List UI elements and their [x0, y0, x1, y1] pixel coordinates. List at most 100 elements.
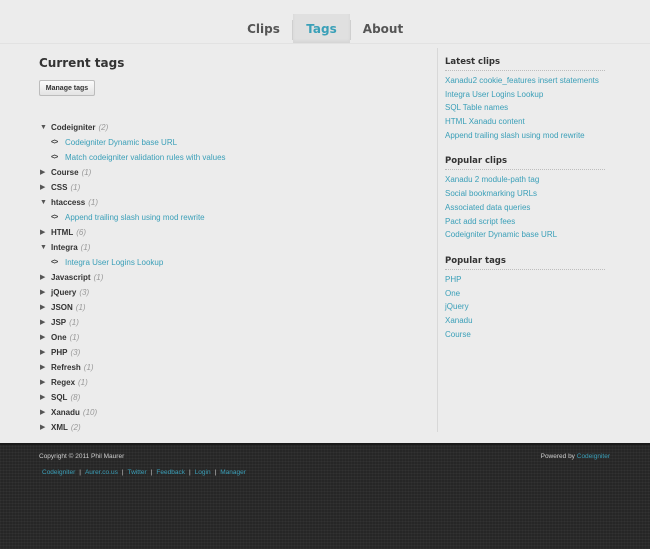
tag-name-label[interactable]: Refresh — [51, 363, 81, 372]
tag-name-label[interactable]: JSON — [51, 303, 73, 312]
tag-name[interactable]: JSON (1) — [51, 300, 86, 315]
manage-tags-button[interactable]: Manage tags — [39, 80, 95, 96]
tag-name-label[interactable]: SQL — [51, 393, 67, 402]
tag-name[interactable]: Integra (1) — [51, 240, 90, 255]
sidebar-link[interactable]: Xanadu — [445, 314, 605, 328]
tag-item[interactable]: ▼ Codeigniter (2) — [40, 120, 420, 135]
tag-name[interactable]: Refresh (1) — [51, 360, 94, 375]
arrow-right-icon[interactable]: ▶ — [40, 420, 49, 435]
arrow-down-icon[interactable]: ▼ — [40, 195, 49, 210]
arrow-right-icon[interactable]: ▶ — [40, 285, 49, 300]
arrow-right-icon[interactable]: ▶ — [40, 390, 49, 405]
tag-item[interactable]: ▶ XML (2) — [40, 420, 420, 435]
clip-item[interactable]: <> Integra User Logins Lookup — [40, 255, 420, 270]
tag-name[interactable]: Regex (1) — [51, 375, 88, 390]
tag-item[interactable]: ▼ Integra (1) — [40, 240, 420, 255]
tag-item[interactable]: ▶ HTML (6) — [40, 225, 420, 240]
sidebar-link[interactable]: Integra User Logins Lookup — [445, 88, 605, 102]
clip-item[interactable]: <> Append trailing slash using mod rewrit… — [40, 210, 420, 225]
clip-link[interactable]: Append trailing slash using mod rewrite — [65, 210, 205, 225]
sidebar-link[interactable]: HTML Xanadu content — [445, 115, 605, 129]
tag-name[interactable]: Xanadu (10) — [51, 405, 97, 420]
tag-name-label[interactable]: Course — [51, 168, 79, 177]
arrow-right-icon[interactable]: ▶ — [40, 180, 49, 195]
tag-name-label[interactable]: Codeigniter — [51, 123, 95, 132]
tab-tags[interactable]: Tags — [293, 14, 350, 44]
tag-name[interactable]: One (1) — [51, 330, 79, 345]
sidebar-link[interactable]: Associated data queries — [445, 201, 605, 215]
clip-item[interactable]: <> Codeigniter Dynamic base URL — [40, 135, 420, 150]
clip-link[interactable]: Match codeigniter validation rules with … — [65, 150, 226, 165]
tag-name-label[interactable]: htaccess — [51, 198, 85, 207]
sidebar-link[interactable]: PHP — [445, 273, 605, 287]
arrow-right-icon[interactable]: ▶ — [40, 375, 49, 390]
arrow-right-icon[interactable]: ▶ — [40, 360, 49, 375]
tag-name[interactable]: Javascript (1) — [51, 270, 103, 285]
tag-name-label[interactable]: Javascript — [51, 273, 91, 282]
tag-item[interactable]: ▶ Refresh (1) — [40, 360, 420, 375]
tag-name-label[interactable]: Regex — [51, 378, 75, 387]
sidebar-link[interactable]: Append trailing slash using mod rewrite — [445, 129, 605, 143]
sidebar-link[interactable]: Pact add script fees — [445, 215, 605, 229]
tag-item[interactable]: ▶ PHP (3) — [40, 345, 420, 360]
arrow-right-icon[interactable]: ▶ — [40, 345, 49, 360]
clip-item[interactable]: <> Match codeigniter validation rules wit… — [40, 150, 420, 165]
arrow-right-icon[interactable]: ▶ — [40, 165, 49, 180]
tag-item[interactable]: ▶ Xanadu (10) — [40, 405, 420, 420]
tab-clips[interactable]: Clips — [235, 14, 292, 43]
arrow-down-icon[interactable]: ▼ — [40, 240, 49, 255]
tag-item[interactable]: ▼ htaccess (1) — [40, 195, 420, 210]
tag-item[interactable]: ▶ Course (1) — [40, 165, 420, 180]
tag-item[interactable]: ▶ One (1) — [40, 330, 420, 345]
tag-name[interactable]: PHP (3) — [51, 345, 80, 360]
sidebar-link[interactable]: Codeigniter Dynamic base URL — [445, 228, 605, 242]
sidebar-link[interactable]: Xanadu 2 module-path tag — [445, 173, 605, 187]
arrow-right-icon[interactable]: ▶ — [40, 300, 49, 315]
arrow-right-icon[interactable]: ▶ — [40, 405, 49, 420]
tag-name-label[interactable]: PHP — [51, 348, 67, 357]
sidebar-link[interactable]: SQL Table names — [445, 101, 605, 115]
arrow-down-icon[interactable]: ▼ — [40, 120, 49, 135]
tag-name-label[interactable]: CSS — [51, 183, 67, 192]
arrow-right-icon[interactable]: ▶ — [40, 270, 49, 285]
sidebar-link[interactable]: jQuery — [445, 300, 605, 314]
tag-name[interactable]: htaccess (1) — [51, 195, 98, 210]
arrow-right-icon[interactable]: ▶ — [40, 330, 49, 345]
tag-name[interactable]: Course (1) — [51, 165, 91, 180]
sidebar-link[interactable]: Social bookmarking URLs — [445, 187, 605, 201]
tag-name[interactable]: XML (2) — [51, 420, 81, 435]
tag-name[interactable]: JSP (1) — [51, 315, 79, 330]
tag-name-label[interactable]: Xanadu — [51, 408, 80, 417]
footer-link[interactable]: Feedback — [156, 469, 185, 476]
arrow-right-icon[interactable]: ▶ — [40, 315, 49, 330]
sidebar-link[interactable]: Xanadu2 cookie_features insert statement… — [445, 74, 605, 88]
tag-item[interactable]: ▶ SQL (8) — [40, 390, 420, 405]
clip-link[interactable]: Codeigniter Dynamic base URL — [65, 135, 177, 150]
tab-about[interactable]: About — [351, 14, 415, 43]
footer-link[interactable]: Aurer.co.us — [85, 469, 118, 476]
sidebar-link[interactable]: Course — [445, 328, 605, 342]
tag-name-label[interactable]: One — [51, 333, 67, 342]
tag-name[interactable]: Codeigniter (2) — [51, 120, 108, 135]
footer-link[interactable]: Manager — [220, 469, 246, 476]
tag-name-label[interactable]: XML — [51, 423, 68, 432]
tag-name[interactable]: CSS (1) — [51, 180, 80, 195]
footer-link[interactable]: Codeigniter — [42, 469, 75, 476]
tag-name-label[interactable]: JSP — [51, 318, 66, 327]
tag-item[interactable]: ▶ jQuery (3) — [40, 285, 420, 300]
tag-name-label[interactable]: Integra — [51, 243, 78, 252]
tag-name[interactable]: jQuery (3) — [51, 285, 89, 300]
footer-link[interactable]: Login — [195, 469, 211, 476]
tag-name-label[interactable]: HTML — [51, 228, 73, 237]
tag-item[interactable]: ▶ Javascript (1) — [40, 270, 420, 285]
arrow-right-icon[interactable]: ▶ — [40, 225, 49, 240]
codeigniter-link[interactable]: Codeigniter — [577, 453, 610, 460]
tag-name-label[interactable]: jQuery — [51, 288, 76, 297]
clip-link[interactable]: Integra User Logins Lookup — [65, 255, 163, 270]
tag-item[interactable]: ▶ JSP (1) — [40, 315, 420, 330]
tag-item[interactable]: ▶ JSON (1) — [40, 300, 420, 315]
tag-name[interactable]: SQL (8) — [51, 390, 80, 405]
tag-item[interactable]: ▶ Regex (1) — [40, 375, 420, 390]
footer-link[interactable]: Twitter — [128, 469, 147, 476]
tag-name[interactable]: HTML (6) — [51, 225, 86, 240]
